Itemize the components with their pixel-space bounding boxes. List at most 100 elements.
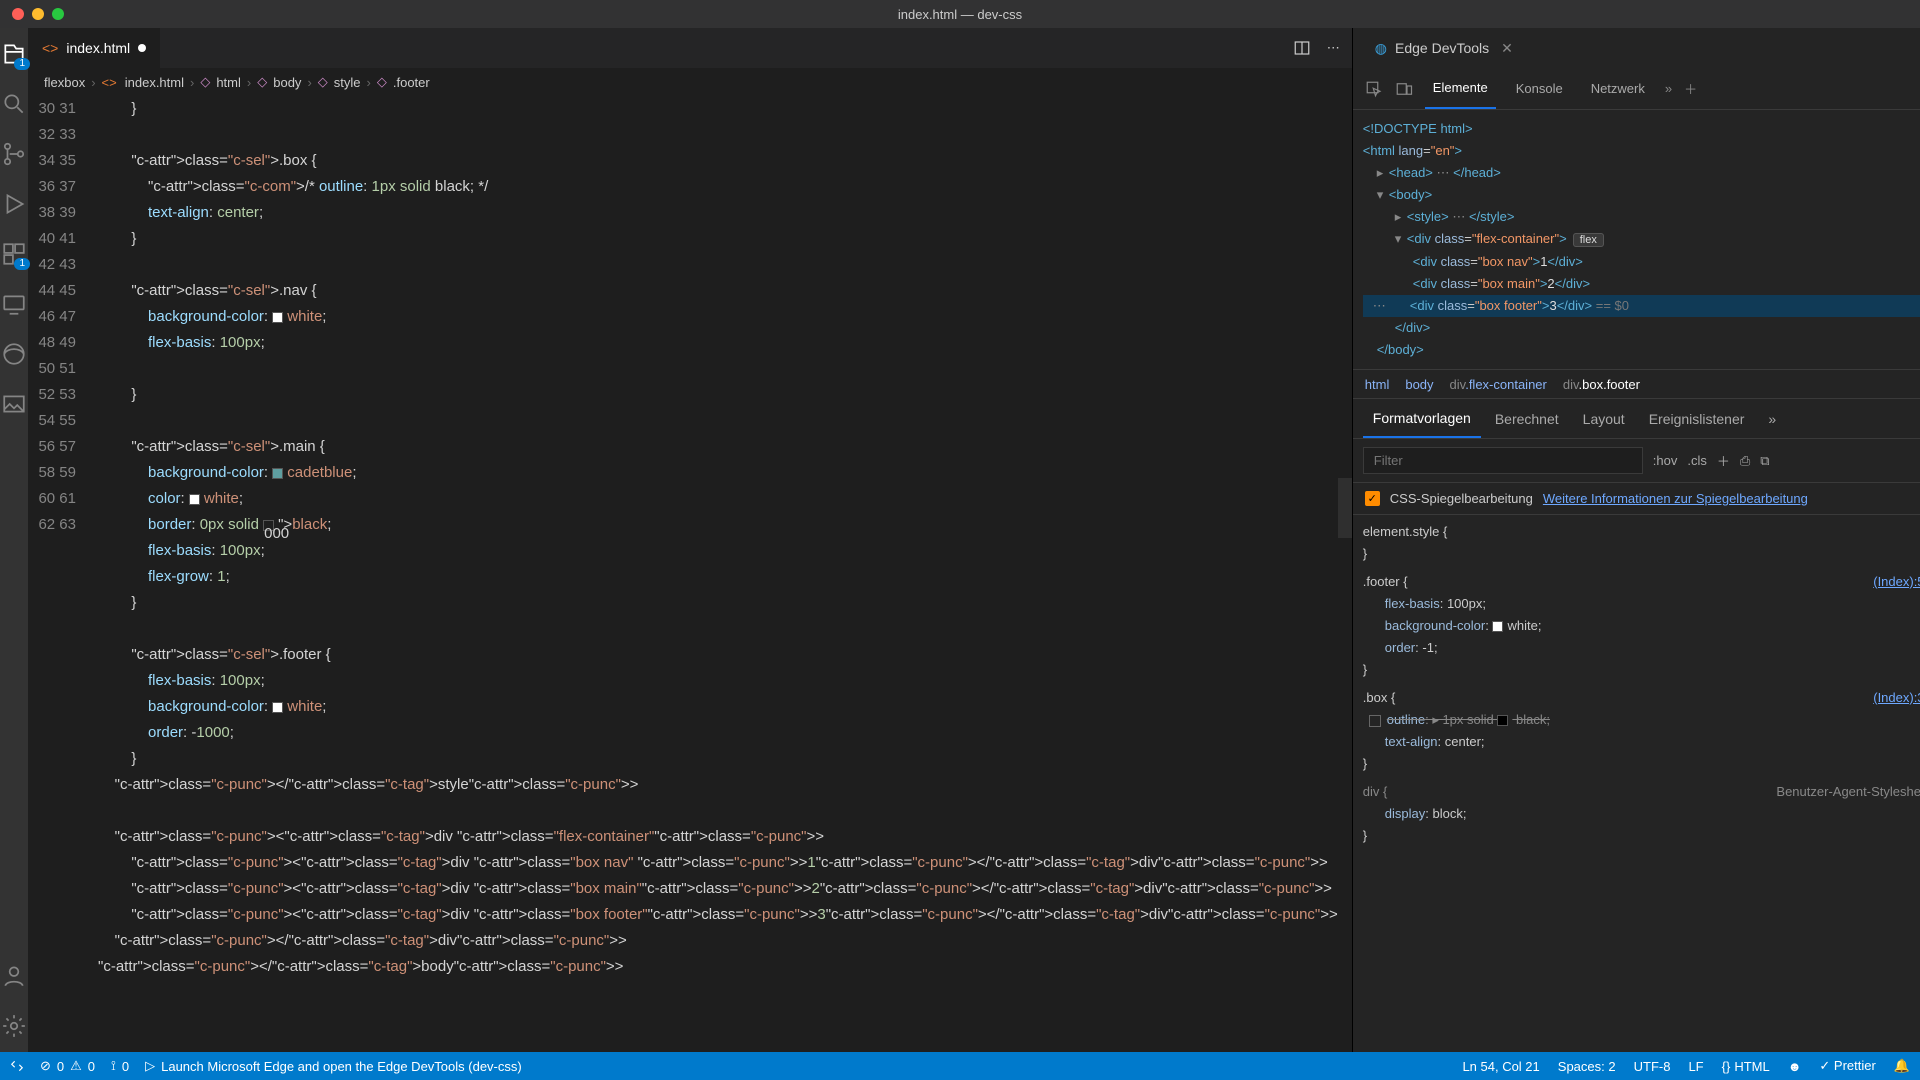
rule-selector: div {	[1363, 781, 1388, 803]
styles-filter-bar: :hov .cls ＋ ⎙ ⧉	[1353, 439, 1920, 483]
edge-icon[interactable]	[0, 340, 28, 368]
source-link[interactable]: (Index):34	[1873, 687, 1920, 709]
tab-elemente[interactable]: Elemente	[1425, 68, 1496, 109]
tab-berechnet[interactable]: Berechnet	[1485, 399, 1569, 438]
port-indicator[interactable]: ⟟0	[111, 1058, 129, 1074]
computed-icon[interactable]: ⧉	[1760, 453, 1769, 469]
explorer-icon[interactable]: 1	[0, 40, 28, 68]
problems-indicator[interactable]: ⊘0 ⚠0	[40, 1058, 95, 1074]
source-link[interactable]: (Index):53	[1873, 571, 1920, 593]
symbol-icon: ◇	[200, 74, 210, 90]
image-icon[interactable]	[0, 390, 28, 418]
mirror-checkbox[interactable]: ✓	[1365, 491, 1380, 506]
dom-tree[interactable]: <!DOCTYPE html> <html lang="en"> ▸<head>…	[1353, 110, 1920, 369]
minimize-icon[interactable]	[32, 8, 44, 20]
tab-formatvorlagen[interactable]: Formatvorlagen	[1363, 399, 1481, 438]
language-indicator[interactable]: {}HTML	[1722, 1059, 1770, 1074]
hov-button[interactable]: :hov	[1653, 453, 1678, 468]
symbol-icon: ◇	[377, 74, 387, 90]
rule-selector[interactable]: element.style {	[1363, 521, 1920, 543]
editor-tab-index[interactable]: <> index.html	[28, 28, 161, 68]
crumb-item[interactable]: body	[1405, 377, 1433, 392]
breadcrumb-item[interactable]: body	[273, 75, 301, 90]
plus-icon[interactable]: ＋	[1684, 79, 1697, 98]
breadcrumb-item[interactable]: .footer	[393, 75, 430, 90]
mirror-link[interactable]: Weitere Informationen zur Spiegelbearbei…	[1543, 491, 1808, 506]
error-icon: ⊘	[40, 1058, 51, 1074]
rule-selector[interactable]: .box {	[1363, 687, 1396, 709]
explorer-badge: 1	[14, 58, 30, 70]
maximize-icon[interactable]	[52, 8, 64, 20]
editor-tabs: <> index.html ⋯	[28, 28, 1352, 68]
status-bar: ⊘0 ⚠0 ⟟0 ▷Launch Microsoft Edge and open…	[0, 1052, 1920, 1080]
device-icon[interactable]	[1395, 80, 1413, 98]
close-icon[interactable]	[12, 8, 24, 20]
account-icon[interactable]	[0, 962, 28, 990]
filter-input[interactable]	[1363, 447, 1643, 474]
minimap[interactable]	[1338, 96, 1352, 1052]
editor-tab-label: index.html	[66, 40, 130, 56]
editor-group: <> index.html ⋯ flexbox› <>index.html› ◇…	[28, 28, 1353, 1052]
crumb-item[interactable]: html	[1365, 377, 1390, 392]
property-checkbox[interactable]	[1369, 715, 1381, 727]
code-editor[interactable]: 30 31 32 33 34 35 36 37 38 39 40 41 42 4…	[28, 96, 1352, 1052]
breadcrumb-item[interactable]: flexbox	[44, 75, 85, 90]
chevron-right-icon[interactable]: »	[1665, 81, 1672, 96]
code-lines[interactable]: } "c-attr">class="c-sel">.box { "c-attr"…	[98, 96, 1338, 1052]
bell-icon[interactable]: 🔔	[1894, 1058, 1910, 1074]
html-file-icon: <>	[102, 75, 117, 90]
mirror-editing-row: ✓ CSS-Spiegelbearbeitung Weitere Informa…	[1353, 483, 1920, 515]
main-layout: 1 1 <> index.html ⋯	[0, 28, 1920, 1052]
prettier-indicator[interactable]: ✓ Prettier	[1819, 1058, 1875, 1074]
split-editor-icon[interactable]	[1293, 39, 1311, 57]
mirror-label: CSS-Spiegelbearbeitung	[1390, 491, 1533, 506]
crumb-item[interactable]: div.flex-container	[1450, 377, 1547, 392]
tab-konsole[interactable]: Konsole	[1508, 68, 1571, 109]
styles-pane[interactable]: element.style { } .footer {(Index):53 fl…	[1353, 515, 1920, 1052]
crumb-item[interactable]: div.box.footer	[1563, 377, 1640, 392]
breadcrumb-item[interactable]: style	[334, 75, 361, 90]
close-icon[interactable]: ✕	[1501, 40, 1513, 57]
cursor-position[interactable]: Ln 54, Col 21	[1462, 1059, 1539, 1074]
breadcrumb-item[interactable]: index.html	[125, 75, 184, 90]
breadcrumb[interactable]: flexbox› <>index.html› ◇html› ◇body› ◇st…	[28, 68, 1352, 96]
tab-ereignislistener[interactable]: Ereignislistener	[1639, 399, 1755, 438]
play-icon: ▷	[145, 1058, 155, 1074]
source-link: Benutzer-Agent-Stylesheet	[1776, 781, 1920, 803]
more-icon[interactable]: ⋯	[1327, 40, 1340, 56]
activity-bar: 1 1	[0, 28, 28, 1052]
extensions-icon[interactable]: 1	[0, 240, 28, 268]
broadcast-icon: ⟟	[111, 1058, 116, 1074]
launch-edge-button[interactable]: ▷Launch Microsoft Edge and open the Edge…	[145, 1058, 522, 1074]
source-control-icon[interactable]	[0, 140, 28, 168]
chevron-right-icon[interactable]: »	[1758, 399, 1786, 438]
search-icon[interactable]	[0, 90, 28, 118]
run-debug-icon[interactable]	[0, 190, 28, 218]
unsaved-dot-icon	[138, 44, 146, 52]
html-file-icon: <>	[42, 40, 58, 56]
print-icon[interactable]: ⎙	[1740, 453, 1750, 469]
warning-icon: ⚠	[70, 1058, 82, 1074]
encoding-indicator[interactable]: UTF-8	[1634, 1059, 1671, 1074]
eol-indicator[interactable]: LF	[1688, 1059, 1703, 1074]
tab-layout[interactable]: Layout	[1573, 399, 1635, 438]
live-icon[interactable]: ☻	[1788, 1059, 1802, 1074]
flex-pill[interactable]: flex	[1573, 233, 1604, 247]
gear-icon[interactable]	[0, 1012, 28, 1040]
line-numbers: 30 31 32 33 34 35 36 37 38 39 40 41 42 4…	[28, 96, 98, 1052]
devtools-tab[interactable]: ◍ Edge DevTools ✕	[1361, 28, 1527, 68]
plus-icon[interactable]: ＋	[1717, 451, 1730, 470]
tab-netzwerk[interactable]: Netzwerk	[1583, 68, 1653, 109]
rule-selector[interactable]: .footer {	[1363, 571, 1408, 593]
remote-icon[interactable]	[0, 290, 28, 318]
inspect-icon[interactable]	[1365, 80, 1383, 98]
symbol-icon: ◇	[257, 74, 267, 90]
cls-button[interactable]: .cls	[1687, 453, 1707, 468]
symbol-icon: ◇	[318, 74, 328, 90]
indent-indicator[interactable]: Spaces: 2	[1558, 1059, 1616, 1074]
breadcrumb-item[interactable]: html	[216, 75, 241, 90]
extensions-badge: 1	[14, 258, 30, 270]
titlebar: index.html — dev-css	[0, 0, 1920, 28]
dom-breadcrumb[interactable]: html body div.flex-container div.box.foo…	[1353, 369, 1920, 399]
remote-indicator[interactable]	[10, 1059, 24, 1073]
